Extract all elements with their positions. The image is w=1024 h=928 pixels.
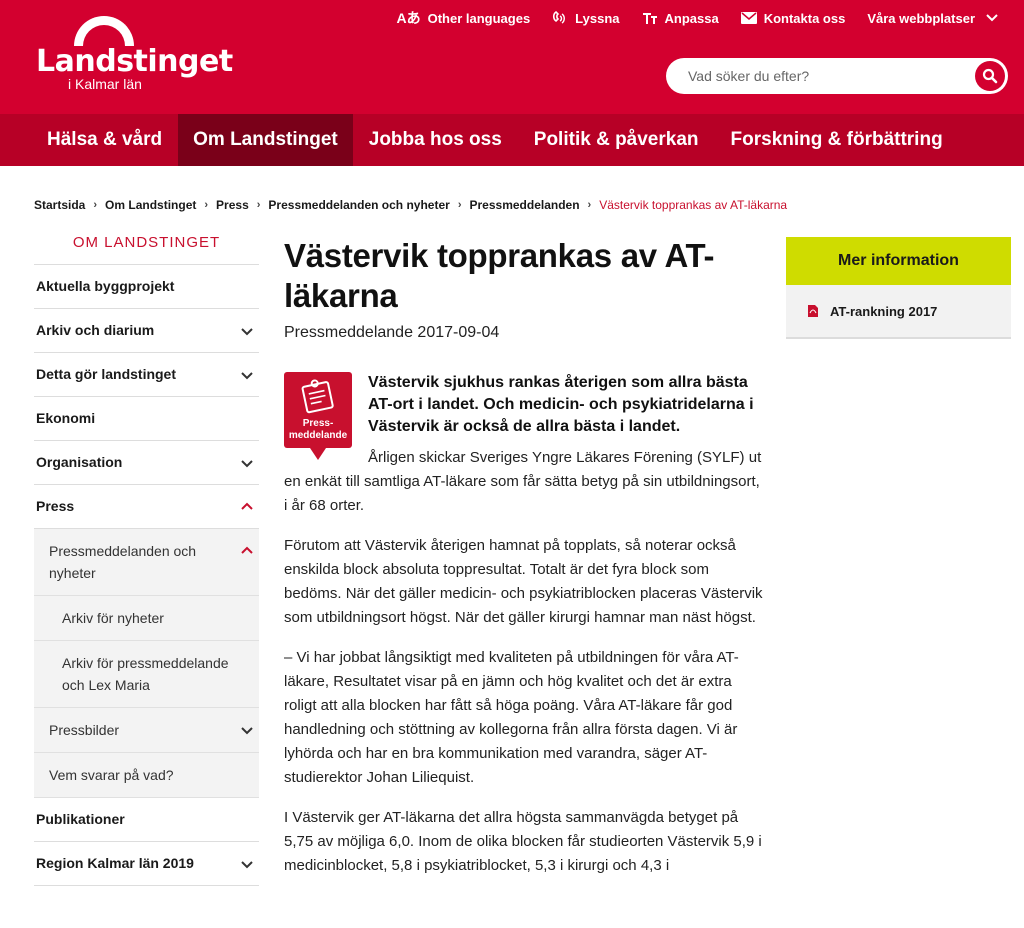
sidebar-item-region-kalmar-lan-2019[interactable]: Region Kalmar län 2019 bbox=[34, 842, 259, 886]
search-box bbox=[666, 58, 1008, 94]
sidebar-item-organisation[interactable]: Organisation bbox=[34, 441, 259, 485]
sidebar-item-aktuella-byggprojekt[interactable]: Aktuella byggprojekt bbox=[34, 265, 259, 309]
article: Västervik topprankas av AT-läkarna Press… bbox=[284, 236, 764, 878]
sidebar-title[interactable]: OM LANDSTINGET bbox=[34, 232, 259, 265]
sidebar-item-label: Pressmeddelanden och nyheter bbox=[49, 543, 197, 581]
chevron-down-icon[interactable] bbox=[239, 367, 255, 383]
sidebar-item-label: Aktuella byggprojekt bbox=[36, 278, 175, 294]
sidebar-item-press[interactable]: Press bbox=[34, 485, 259, 529]
our-websites-label: Våra webbplatser bbox=[867, 10, 975, 26]
breadcrumb-item-startsida[interactable]: Startsida bbox=[34, 198, 85, 212]
breadcrumb-item-pressmeddelanden[interactable]: Pressmeddelanden bbox=[470, 198, 580, 212]
article-paragraph: – Vi har jobbat långsiktigt med kvalitet… bbox=[284, 649, 739, 786]
site-header: Landstinget i Kalmar län Aあ Other langua… bbox=[0, 0, 1024, 114]
press-release-badge-icon: Press- meddelande bbox=[284, 372, 352, 460]
article-lead: Västervik sjukhus rankas återigen som al… bbox=[368, 374, 754, 435]
page-title: Västervik topprankas av AT-läkarna bbox=[284, 237, 715, 314]
sidebar-item-label: Publikationer bbox=[36, 811, 125, 827]
chevron-down-icon[interactable] bbox=[239, 323, 255, 339]
nav-item-forskning-forbattring[interactable]: Forskning & förbättring bbox=[715, 114, 959, 166]
sidebar-item-vem-svarar-pa-vad[interactable]: Vem svarar på vad? bbox=[34, 753, 259, 798]
more-info-panel: Mer information AT-rankning 2017 bbox=[786, 237, 1011, 339]
chevron-up-icon[interactable] bbox=[239, 499, 255, 515]
utility-bar: Aあ Other languages Lyssna Anpassa Kontak… bbox=[374, 8, 998, 28]
listen-label: Lyssna bbox=[575, 10, 620, 26]
chevron-up-icon[interactable] bbox=[239, 543, 255, 559]
breadcrumb-chevron-icon: › bbox=[587, 199, 592, 211]
logo-subtitle: i Kalmar län bbox=[68, 76, 142, 92]
chevron-down-icon[interactable] bbox=[239, 722, 255, 738]
sidebar-item-label: Arkiv och diarium bbox=[36, 322, 155, 338]
sidebar-item-label: Detta gör landstinget bbox=[36, 366, 177, 382]
contact-label: Kontakta oss bbox=[763, 10, 846, 26]
breadcrumb-item-om-landstinget[interactable]: Om Landstinget bbox=[105, 198, 196, 212]
chevron-down-icon[interactable] bbox=[239, 455, 255, 471]
translate-icon: Aあ bbox=[396, 10, 421, 26]
sidebar-item-ekonomi[interactable]: Ekonomi bbox=[34, 397, 259, 441]
sidebar-item-publikationer[interactable]: Publikationer bbox=[34, 798, 259, 842]
breadcrumb-item-press[interactable]: Press bbox=[216, 198, 249, 212]
nav-item-jobba-hos-oss[interactable]: Jobba hos oss bbox=[353, 114, 518, 166]
sidebar-item-label: Arkiv för nyheter bbox=[62, 610, 164, 626]
breadcrumb-chevron-icon: › bbox=[93, 199, 98, 211]
other-languages-label: Other languages bbox=[427, 10, 531, 26]
sidebar-item-label: Press bbox=[36, 498, 75, 514]
sidebar-item-arkiv-och-diarium[interactable]: Arkiv och diarium bbox=[34, 309, 259, 353]
search-input[interactable] bbox=[688, 68, 958, 84]
adjust-link[interactable]: Anpassa bbox=[642, 8, 719, 28]
more-info-link[interactable]: AT-rankning 2017 bbox=[786, 285, 1011, 337]
listen-link[interactable]: Lyssna bbox=[552, 8, 620, 28]
breadcrumb-chevron-icon: › bbox=[204, 199, 209, 211]
svg-text:Press-: Press- bbox=[303, 418, 334, 429]
our-websites-dropdown[interactable]: Våra webbplatser bbox=[867, 8, 998, 28]
adjust-label: Anpassa bbox=[664, 10, 719, 26]
breadcrumb-chevron-icon: › bbox=[256, 199, 261, 211]
nav-item-om-landstinget[interactable]: Om Landstinget bbox=[178, 114, 353, 166]
breadcrumb-chevron-icon: › bbox=[457, 199, 462, 211]
logo-title: Landstinget bbox=[36, 44, 233, 79]
breadcrumb: Startsida › Om Landstinget › Press › Pre… bbox=[34, 198, 787, 212]
listen-icon bbox=[553, 10, 566, 24]
chevron-down-icon bbox=[986, 14, 998, 22]
sidebar-item-label: Region Kalmar län 2019 bbox=[36, 855, 194, 871]
sidebar-item-arkiv-for-nyheter[interactable]: Arkiv för nyheter bbox=[34, 596, 259, 641]
text-size-icon bbox=[642, 13, 657, 24]
sidebar-item-label: Ekonomi bbox=[36, 410, 96, 426]
sidebar-item-pressmeddelanden-och-nyheter[interactable]: Pressmeddelanden och nyheter bbox=[34, 529, 259, 596]
article-paragraph: Årligen skickar Sveriges Yngre Läkares F… bbox=[284, 449, 762, 514]
chevron-down-icon[interactable] bbox=[239, 856, 255, 872]
search-icon bbox=[982, 68, 998, 84]
mail-icon bbox=[740, 12, 757, 24]
more-info-title: Mer information bbox=[786, 237, 1011, 285]
pdf-icon bbox=[808, 305, 818, 317]
article-date: Pressmeddelande 2017-09-04 bbox=[284, 324, 500, 341]
sidebar-submenu-press: Pressmeddelanden och nyheter Arkiv för n… bbox=[34, 529, 259, 798]
sidebar-item-label: Organisation bbox=[36, 454, 123, 470]
nav-item-politik-paverkan[interactable]: Politik & påverkan bbox=[518, 114, 715, 166]
contact-link[interactable]: Kontakta oss bbox=[740, 8, 846, 28]
svg-text:meddelande: meddelande bbox=[289, 430, 348, 441]
sidebar-item-detta-gor-landstinget[interactable]: Detta gör landstinget bbox=[34, 353, 259, 397]
search-button[interactable] bbox=[975, 61, 1005, 91]
article-paragraph: I Västervik ger AT-läkarna det allra hög… bbox=[284, 809, 762, 874]
breadcrumb-item-pressmeddelanden-och-nyheter[interactable]: Pressmeddelanden och nyheter bbox=[268, 198, 449, 212]
sidebar-item-arkiv-for-pressmeddelande[interactable]: Arkiv för pressmeddelande och Lex Maria bbox=[34, 641, 259, 708]
site-logo[interactable]: Landstinget i Kalmar län bbox=[36, 16, 233, 96]
sidebar-item-pressbilder[interactable]: Pressbilder bbox=[34, 708, 259, 753]
article-paragraph: Förutom att Västervik återigen hamnat på… bbox=[284, 537, 763, 626]
sidebar-item-label: Arkiv för pressmeddelande och Lex Maria bbox=[62, 655, 229, 693]
sidebar-submenu-pressmeddelanden: Arkiv för nyheter Arkiv för pressmeddela… bbox=[34, 596, 259, 708]
sidebar-item-label: Pressbilder bbox=[49, 722, 120, 738]
breadcrumb-current: Västervik topprankas av AT-läkarna bbox=[599, 198, 788, 212]
more-info-link-label: AT-rankning 2017 bbox=[830, 303, 938, 319]
logo-arc-mark bbox=[74, 16, 134, 46]
nav-item-halsa-vard[interactable]: Hälsa & vård bbox=[0, 114, 178, 166]
sidebar-item-label: Vem svarar på vad? bbox=[49, 767, 174, 783]
main-navigation: Hälsa & vård Om Landstinget Jobba hos os… bbox=[0, 114, 1024, 166]
sidebar-navigation: OM LANDSTINGET Aktuella byggprojekt Arki… bbox=[34, 232, 259, 886]
other-languages-link[interactable]: Aあ Other languages bbox=[396, 8, 530, 28]
